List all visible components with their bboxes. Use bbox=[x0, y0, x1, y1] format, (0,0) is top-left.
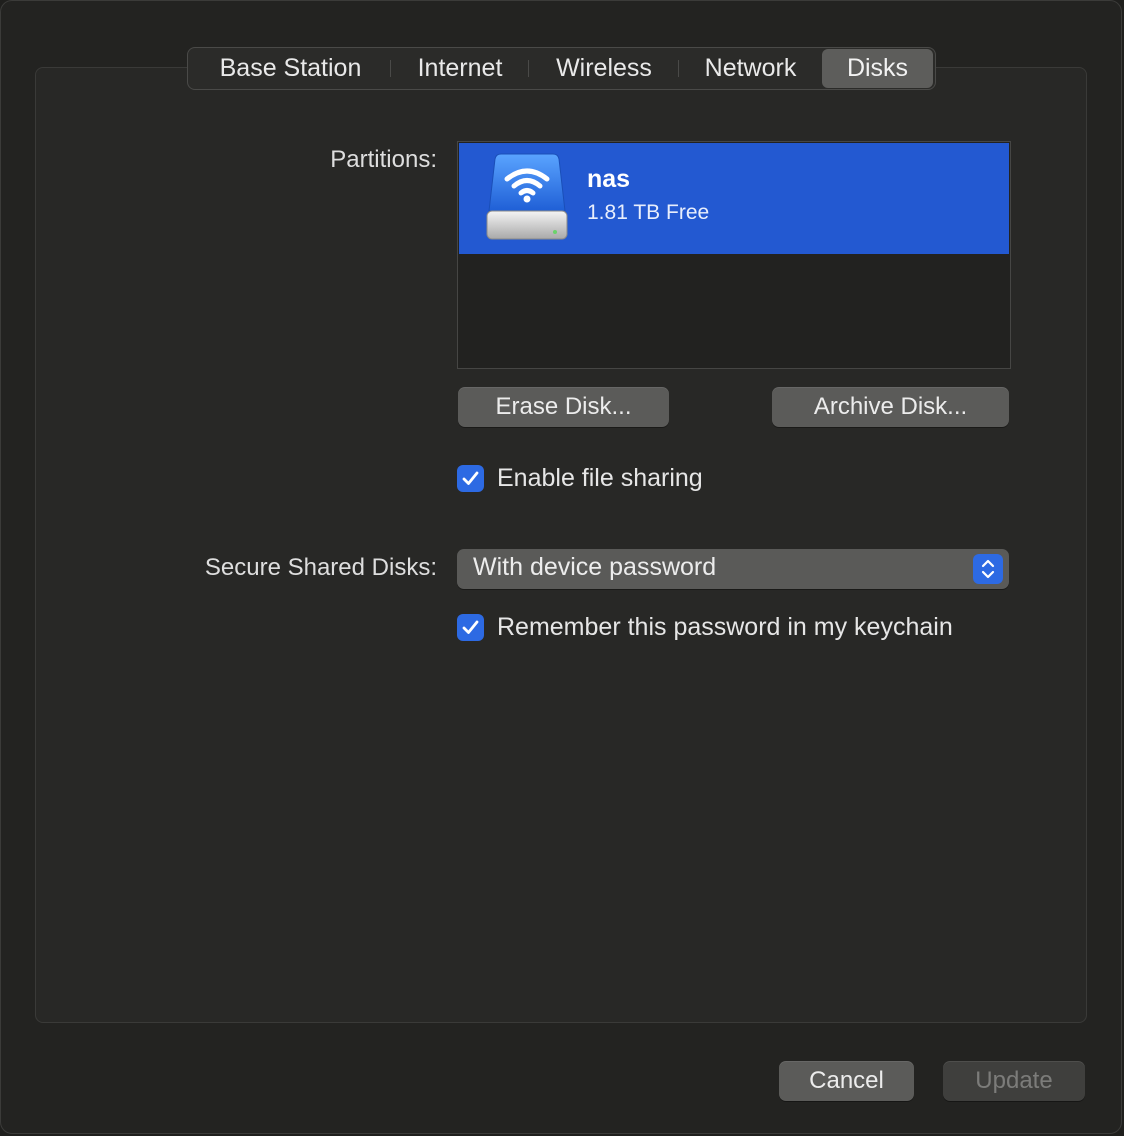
airport-utility-window: Base Station Internet Wireless Network D… bbox=[0, 0, 1122, 1134]
tab-wireless[interactable]: Wireless bbox=[529, 49, 679, 88]
update-button[interactable]: Update bbox=[943, 1061, 1085, 1101]
archive-disk-button[interactable]: Archive Disk... bbox=[772, 387, 1009, 427]
file-sharing-row: Enable file sharing bbox=[457, 464, 703, 493]
list-item[interactable]: nas 1.81 TB Free bbox=[459, 143, 1009, 254]
tab-bar: Base Station Internet Wireless Network D… bbox=[187, 47, 936, 90]
remember-password-row: Remember this password in my keychain bbox=[457, 613, 953, 642]
tab-disks[interactable]: Disks bbox=[822, 49, 933, 88]
enable-file-sharing-label: Enable file sharing bbox=[497, 464, 703, 492]
secure-shared-disks-label: Secure Shared Disks: bbox=[204, 554, 437, 581]
tab-base-station[interactable]: Base Station bbox=[190, 49, 391, 88]
checkmark-icon bbox=[462, 471, 479, 485]
up-down-chevron-icon bbox=[973, 554, 1003, 584]
secure-shared-disks-value: With device password bbox=[473, 553, 717, 581]
remember-password-label: Remember this password in my keychain bbox=[497, 613, 953, 641]
cancel-button[interactable]: Cancel bbox=[779, 1061, 914, 1101]
secure-shared-disks-select[interactable]: With device password bbox=[457, 549, 1009, 589]
disk-name: nas bbox=[587, 165, 631, 193]
partitions-label: Partitions: bbox=[330, 146, 437, 173]
partitions-list[interactable]: nas 1.81 TB Free bbox=[457, 141, 1011, 369]
disk-free-space: 1.81 TB Free bbox=[587, 201, 710, 224]
checkmark-icon bbox=[462, 620, 479, 634]
tab-network[interactable]: Network bbox=[679, 49, 822, 88]
tab-internet[interactable]: Internet bbox=[391, 49, 529, 88]
remember-password-checkbox[interactable] bbox=[457, 614, 484, 641]
erase-disk-button[interactable]: Erase Disk... bbox=[458, 387, 669, 427]
enable-file-sharing-checkbox[interactable] bbox=[457, 465, 484, 492]
airport-disk-icon bbox=[486, 153, 568, 240]
